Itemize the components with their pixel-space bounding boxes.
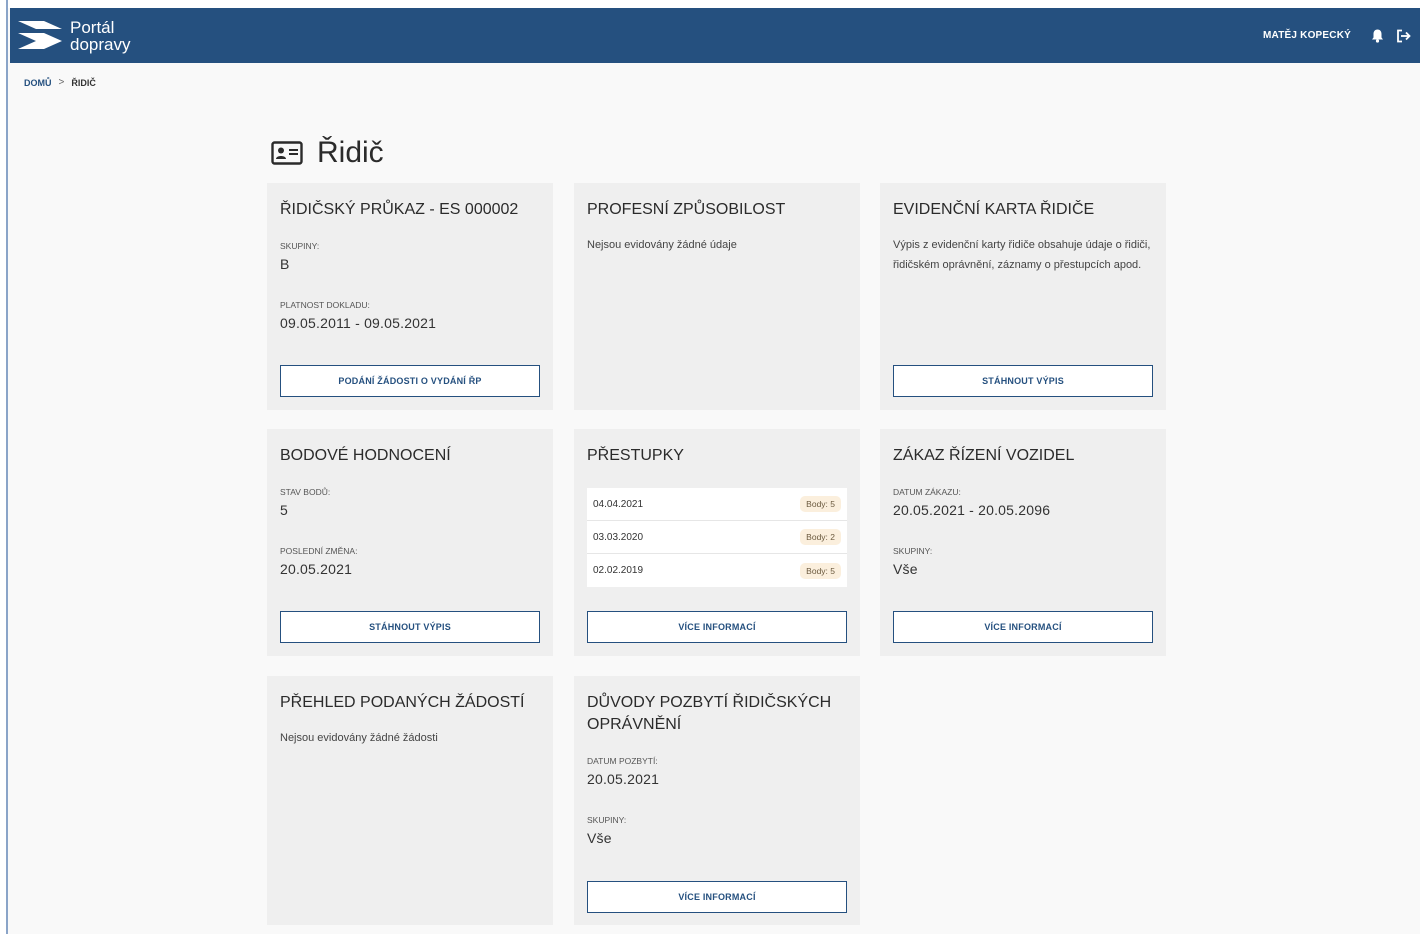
card-title: PŘESTUPKY <box>587 447 684 464</box>
bell-icon[interactable] <box>1371 29 1384 43</box>
apply-licence-button[interactable]: PODÁNÍ ŽÁDOSTI O VYDÁNÍ ŘP <box>280 365 540 397</box>
offense-row[interactable]: 04.04.2021 Body: 5 <box>587 488 847 521</box>
offense-row[interactable]: 03.03.2020 Body: 2 <box>587 521 847 554</box>
offense-date: 04.04.2021 <box>593 498 644 510</box>
card-title: BODOVÉ HODNOCENÍ <box>280 447 451 464</box>
download-record-button[interactable]: STÁHNOUT VÝPIS <box>893 365 1153 397</box>
card-revocation-reasons: DŮVODY POZBYTÍ ŘIDIČSKÝCH OPRÁVNĚNÍ DATU… <box>574 676 860 925</box>
last-change-label: POSLEDNÍ ZMĚNA: <box>280 546 358 556</box>
top-header: Portál dopravy MATĚJ KOPECKÝ <box>10 8 1420 63</box>
last-change-value: 20.05.2021 <box>280 561 353 577</box>
revocation-date-label: DATUM POZBYTÍ: <box>587 756 658 766</box>
breadcrumb: DOMŮ > ŘIDIČ <box>24 77 96 88</box>
portal-logo-text: Portál dopravy <box>70 19 130 53</box>
revocation-groups-label: SKUPINY: <box>587 815 627 825</box>
offense-date: 03.03.2020 <box>593 531 644 543</box>
revocation-date-value: 20.05.2021 <box>587 771 660 787</box>
header-user-area: MATĚJ KOPECKÝ <box>1263 29 1412 43</box>
ban-groups-value: Vše <box>893 561 918 577</box>
card-driver-record: EVIDENČNÍ KARTA ŘIDIČE Výpis z evidenční… <box>880 183 1166 410</box>
user-name[interactable]: MATĚJ KOPECKÝ <box>1263 30 1351 41</box>
card-offenses: PŘESTUPKY 04.04.2021 Body: 5 03.03.2020 … <box>574 429 860 656</box>
portal-logo-icon <box>18 20 62 49</box>
page-title-text: Řidič <box>317 136 384 169</box>
empty-text: Nejsou evidovány žádné údaje <box>587 239 737 251</box>
card-title: DŮVODY POZBYTÍ ŘIDIČSKÝCH OPRÁVNĚNÍ <box>587 694 832 733</box>
breadcrumb-current: ŘIDIČ <box>71 77 96 88</box>
card-applications: PŘEHLED PODANÝCH ŽÁDOSTÍ Nejsou evidován… <box>267 676 553 925</box>
points-state-value: 5 <box>280 502 288 518</box>
validity-label: PLATNOST DOKLADU: <box>280 300 370 310</box>
points-state-label: STAV BODŮ: <box>280 487 331 497</box>
breadcrumb-separator: > <box>58 77 65 88</box>
offense-row[interactable]: 02.02.2019 Body: 5 <box>587 554 847 587</box>
revocation-groups-value: Vše <box>587 830 612 846</box>
ban-groups-label: SKUPINY: <box>893 546 933 556</box>
offense-date: 02.02.2019 <box>593 565 644 576</box>
logo-line2: dopravy <box>70 34 131 54</box>
points-badge: Body: 2 <box>800 529 841 545</box>
validity-value: 09.05.2011 - 09.05.2021 <box>280 315 437 331</box>
card-title: PROFESNÍ ZPŮSOBILOST <box>587 201 786 218</box>
description-text: Výpis z evidenční karty řidiče obsahuje … <box>893 239 1151 271</box>
window-left-border <box>0 0 8 934</box>
id-card-icon <box>271 141 303 165</box>
groups-value: B <box>280 256 290 272</box>
logo-line1: Portál <box>70 17 115 37</box>
offenses-more-info-button[interactable]: VÍCE INFORMACÍ <box>587 611 847 643</box>
revocation-more-info-button[interactable]: VÍCE INFORMACÍ <box>587 881 847 913</box>
card-driving-ban: ZÁKAZ ŘÍZENÍ VOZIDEL DATUM ZÁKAZU: 20.05… <box>880 429 1166 656</box>
card-title: ZÁKAZ ŘÍZENÍ VOZIDEL <box>893 447 1075 464</box>
window-top-border <box>0 0 1420 8</box>
card-professional-competence: PROFESNÍ ZPŮSOBILOST Nejsou evidovány žá… <box>574 183 860 410</box>
card-title: EVIDENČNÍ KARTA ŘIDIČE <box>893 201 1095 218</box>
page-title: Řidič <box>271 136 384 170</box>
ban-more-info-button[interactable]: VÍCE INFORMACÍ <box>893 611 1153 643</box>
breadcrumb-home-link[interactable]: DOMŮ <box>24 78 52 88</box>
card-title: PŘEHLED PODANÝCH ŽÁDOSTÍ <box>280 694 525 711</box>
offense-list: 04.04.2021 Body: 5 03.03.2020 Body: 2 02… <box>587 488 847 587</box>
ban-date-value: 20.05.2021 - 20.05.2096 <box>893 502 1051 518</box>
logout-icon[interactable] <box>1396 29 1412 43</box>
download-points-button[interactable]: STÁHNOUT VÝPIS <box>280 611 540 643</box>
card-driving-licence: ŘIDIČSKÝ PRŮKAZ - ES 000002 SKUPINY: B P… <box>267 183 553 410</box>
portal-logo[interactable]: Portál dopravy <box>18 19 130 53</box>
card-title: ŘIDIČSKÝ PRŮKAZ - ES 000002 <box>280 201 519 218</box>
empty-text: Nejsou evidovány žádné žádosti <box>280 732 438 744</box>
groups-label: SKUPINY: <box>280 241 320 251</box>
ban-date-label: DATUM ZÁKAZU: <box>893 487 961 497</box>
card-points: BODOVÉ HODNOCENÍ STAV BODŮ: 5 POSLEDNÍ Z… <box>267 429 553 656</box>
points-badge: Body: 5 <box>800 496 841 512</box>
points-badge: Body: 5 <box>800 562 841 579</box>
